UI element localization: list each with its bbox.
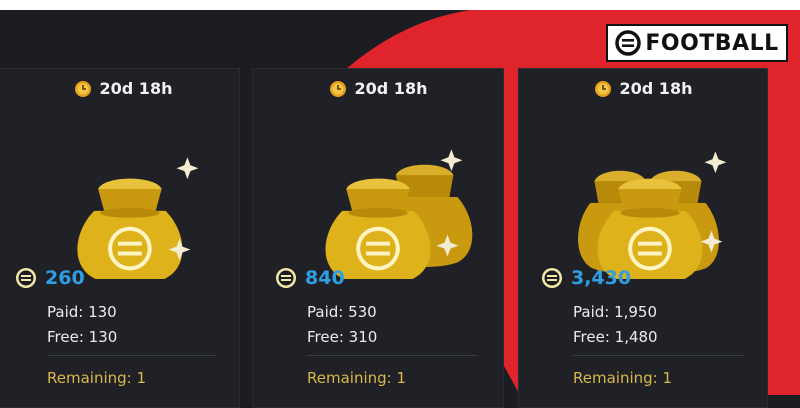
divider bbox=[307, 355, 477, 356]
money-bag bbox=[77, 178, 183, 279]
efootball-logo: FOOTBALL bbox=[606, 24, 788, 62]
paid-amount: Paid: 530 bbox=[307, 303, 377, 321]
clock-icon bbox=[329, 80, 346, 97]
money-bag-icon bbox=[77, 157, 199, 279]
sparkle-icon bbox=[704, 151, 727, 174]
coin-amount: 260 bbox=[45, 267, 85, 289]
efootball-coin-icon bbox=[276, 268, 296, 288]
offer-card-1[interactable]: 20d 18h 260 Paid: 130 Free: 130 Remainin… bbox=[0, 68, 240, 408]
offer-timer: 20d 18h bbox=[519, 79, 767, 98]
efootball-coin-icon bbox=[16, 268, 36, 288]
timer-text: 20d 18h bbox=[354, 79, 428, 98]
amount-row: 3,430 bbox=[541, 267, 631, 289]
timer-text: 20d 18h bbox=[619, 79, 693, 98]
offer-timer: 20d 18h bbox=[0, 79, 239, 98]
free-amount: Free: 1,480 bbox=[573, 328, 658, 346]
amount-row: 840 bbox=[275, 267, 345, 289]
offer-timer: 20d 18h bbox=[253, 79, 503, 98]
money-bag-icon bbox=[325, 149, 473, 279]
divider bbox=[573, 355, 745, 356]
timer-text: 20d 18h bbox=[99, 79, 173, 98]
remaining-count: Remaining: 1 bbox=[47, 369, 147, 387]
amount-row: 260 bbox=[15, 267, 85, 289]
free-amount: Free: 310 bbox=[307, 328, 378, 346]
clock-icon bbox=[74, 80, 91, 97]
money-bag-icon bbox=[578, 151, 727, 279]
coin-amount: 3,430 bbox=[571, 267, 632, 289]
remaining-count: Remaining: 1 bbox=[307, 369, 407, 387]
divider bbox=[47, 355, 217, 356]
coin-amount: 840 bbox=[305, 267, 345, 289]
sparkle-icon bbox=[176, 157, 199, 180]
logo-text: FOOTBALL bbox=[645, 30, 779, 56]
offer-card-3[interactable]: 20d 18h 3,430 Paid: 1,950 Free: 1,480 Re… bbox=[518, 68, 768, 408]
free-amount: Free: 130 bbox=[47, 328, 118, 346]
efootball-logo-icon bbox=[615, 30, 642, 56]
remaining-count: Remaining: 1 bbox=[573, 369, 673, 387]
clock-icon bbox=[594, 80, 611, 97]
paid-amount: Paid: 1,950 bbox=[573, 303, 658, 321]
paid-amount: Paid: 130 bbox=[47, 303, 117, 321]
efootball-coin-icon bbox=[542, 268, 562, 288]
offer-card-2[interactable]: 20d 18h 840 Paid: 530 Free: 310 Remainin… bbox=[252, 68, 504, 408]
